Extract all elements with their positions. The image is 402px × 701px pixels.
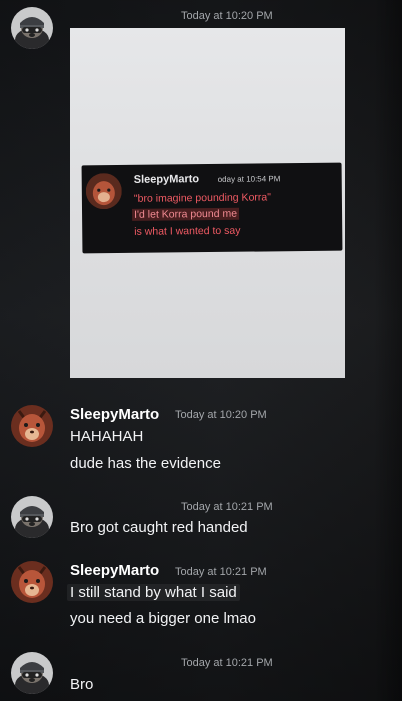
- attachment-mention-line: I'd let Korra pound me: [132, 207, 240, 221]
- attachment-timestamp: oday at 10:54 PM: [217, 174, 281, 184]
- image-attachment[interactable]: SleepyMarto oday at 10:54 PM "bro imagin…: [70, 28, 345, 378]
- message-text: dude has the evidence: [70, 455, 221, 472]
- message-timestamp: Today at 10:21 PM: [181, 657, 273, 669]
- message-timestamp: Today at 10:21 PM: [175, 566, 267, 578]
- attachment-username: SleepyMarto: [133, 173, 200, 186]
- raccoon-avatar-icon[interactable]: [11, 7, 53, 49]
- deer-avatar-icon[interactable]: [11, 405, 53, 447]
- printed-screenshot-strip: SleepyMarto oday at 10:54 PM "bro imagin…: [81, 162, 343, 254]
- attachment-plain-line: is what I wanted to say: [134, 224, 241, 238]
- message-text: Bro got caught red handed: [70, 519, 248, 536]
- message-timestamp: Today at 10:20 PM: [181, 10, 273, 22]
- deer-avatar-icon[interactable]: [11, 561, 53, 603]
- raccoon-avatar-icon[interactable]: [11, 496, 53, 538]
- username[interactable]: SleepyMarto: [70, 406, 159, 423]
- right-edge-shadow: [374, 0, 402, 701]
- deer-avatar-icon: [85, 172, 123, 210]
- message-text: Bro: [70, 676, 94, 693]
- message-text: you need a bigger one lmao: [70, 610, 256, 627]
- message-timestamp: Today at 10:21 PM: [181, 501, 273, 513]
- attachment-quote-line: "bro imagine pounding Korra": [133, 191, 272, 205]
- message-text: I still stand by what I said: [67, 584, 240, 601]
- username[interactable]: SleepyMarto: [70, 562, 159, 579]
- message-text: HAHAHAH: [70, 428, 144, 445]
- raccoon-avatar-icon[interactable]: [11, 652, 53, 694]
- message-timestamp: Today at 10:20 PM: [175, 409, 267, 421]
